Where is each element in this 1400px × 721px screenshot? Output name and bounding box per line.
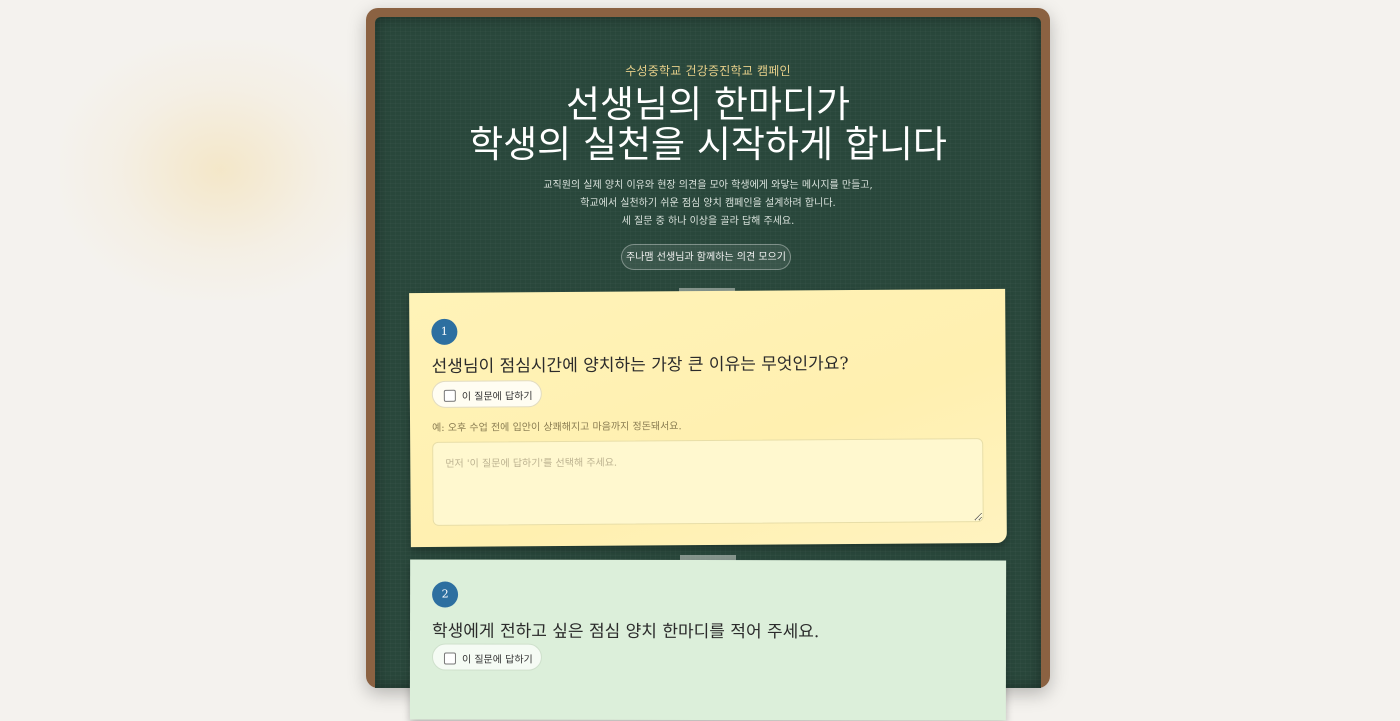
question-text: 학생에게 전하고 싶은 점심 양치 한마디를 적어 주세요.	[431, 621, 820, 643]
question-number-badge: 1	[431, 318, 458, 345]
answer-toggle-label: 이 질문에 답하기	[461, 654, 533, 666]
question-card-2: 2 학생에게 전하고 싶은 점심 양치 한마디를 적어 주세요. 이 질문에 답…	[409, 559, 1007, 721]
question-text: 선생님이 점심시간에 양치하는 가장 큰 이유는 무엇인가요?	[431, 354, 849, 377]
answer-question-toggle[interactable]: 이 질문에 답하기	[431, 380, 542, 408]
background-glow	[60, 40, 380, 300]
title-line-2: 학생의 실천을 시작하게 합니다	[469, 123, 947, 166]
answer-toggle-label: 이 질문에 답하기	[461, 391, 533, 403]
opinion-collect-button[interactable]: 주나맴 선생님과 함께하는 의견 모으기	[621, 244, 791, 270]
chalkboard: 수성중학교 건강증진학교 캠페인 선생님의 한마디가 학생의 실천을 시작하게 …	[375, 17, 1041, 721]
answer-hint: 예: 오후 수업 전에 입안이 상쾌해지고 마음까지 정돈돼서요.	[432, 421, 682, 434]
campaign-description: 교직원의 실제 양치 이유와 현장 의견을 모아 학생에게 와닿는 메시지를 만…	[375, 177, 1041, 231]
description-line-3: 세 질문 중 하나 이상을 골라 답해 주세요.	[621, 216, 795, 227]
checkbox-icon[interactable]	[443, 389, 456, 402]
answer-textarea[interactable]	[432, 438, 984, 526]
description-line-1: 교직원의 실제 양치 이유와 현장 의견을 모아 학생에게 와닿는 메시지를 만…	[543, 180, 873, 191]
chalkboard-frame: 수성중학교 건강증진학교 캠페인 선생님의 한마디가 학생의 실천을 시작하게 …	[366, 8, 1050, 721]
campaign-eyebrow: 수성중학교 건강증진학교 캠페인	[625, 64, 791, 78]
description-line-2: 학교에서 실천하기 쉬운 점심 양치 캠페인을 설계하려 합니다.	[580, 198, 836, 209]
title-line-1: 선생님의 한마디가	[565, 83, 851, 126]
question-card-1: 1 선생님이 점심시간에 양치하는 가장 큰 이유는 무엇인가요? 이 질문에 …	[409, 288, 1007, 548]
page-title: 선생님의 한마디가 학생의 실천을 시작하게 합니다	[375, 85, 1041, 165]
question-number-badge: 2	[432, 581, 459, 608]
answer-question-toggle[interactable]: 이 질문에 답하기	[431, 643, 542, 671]
